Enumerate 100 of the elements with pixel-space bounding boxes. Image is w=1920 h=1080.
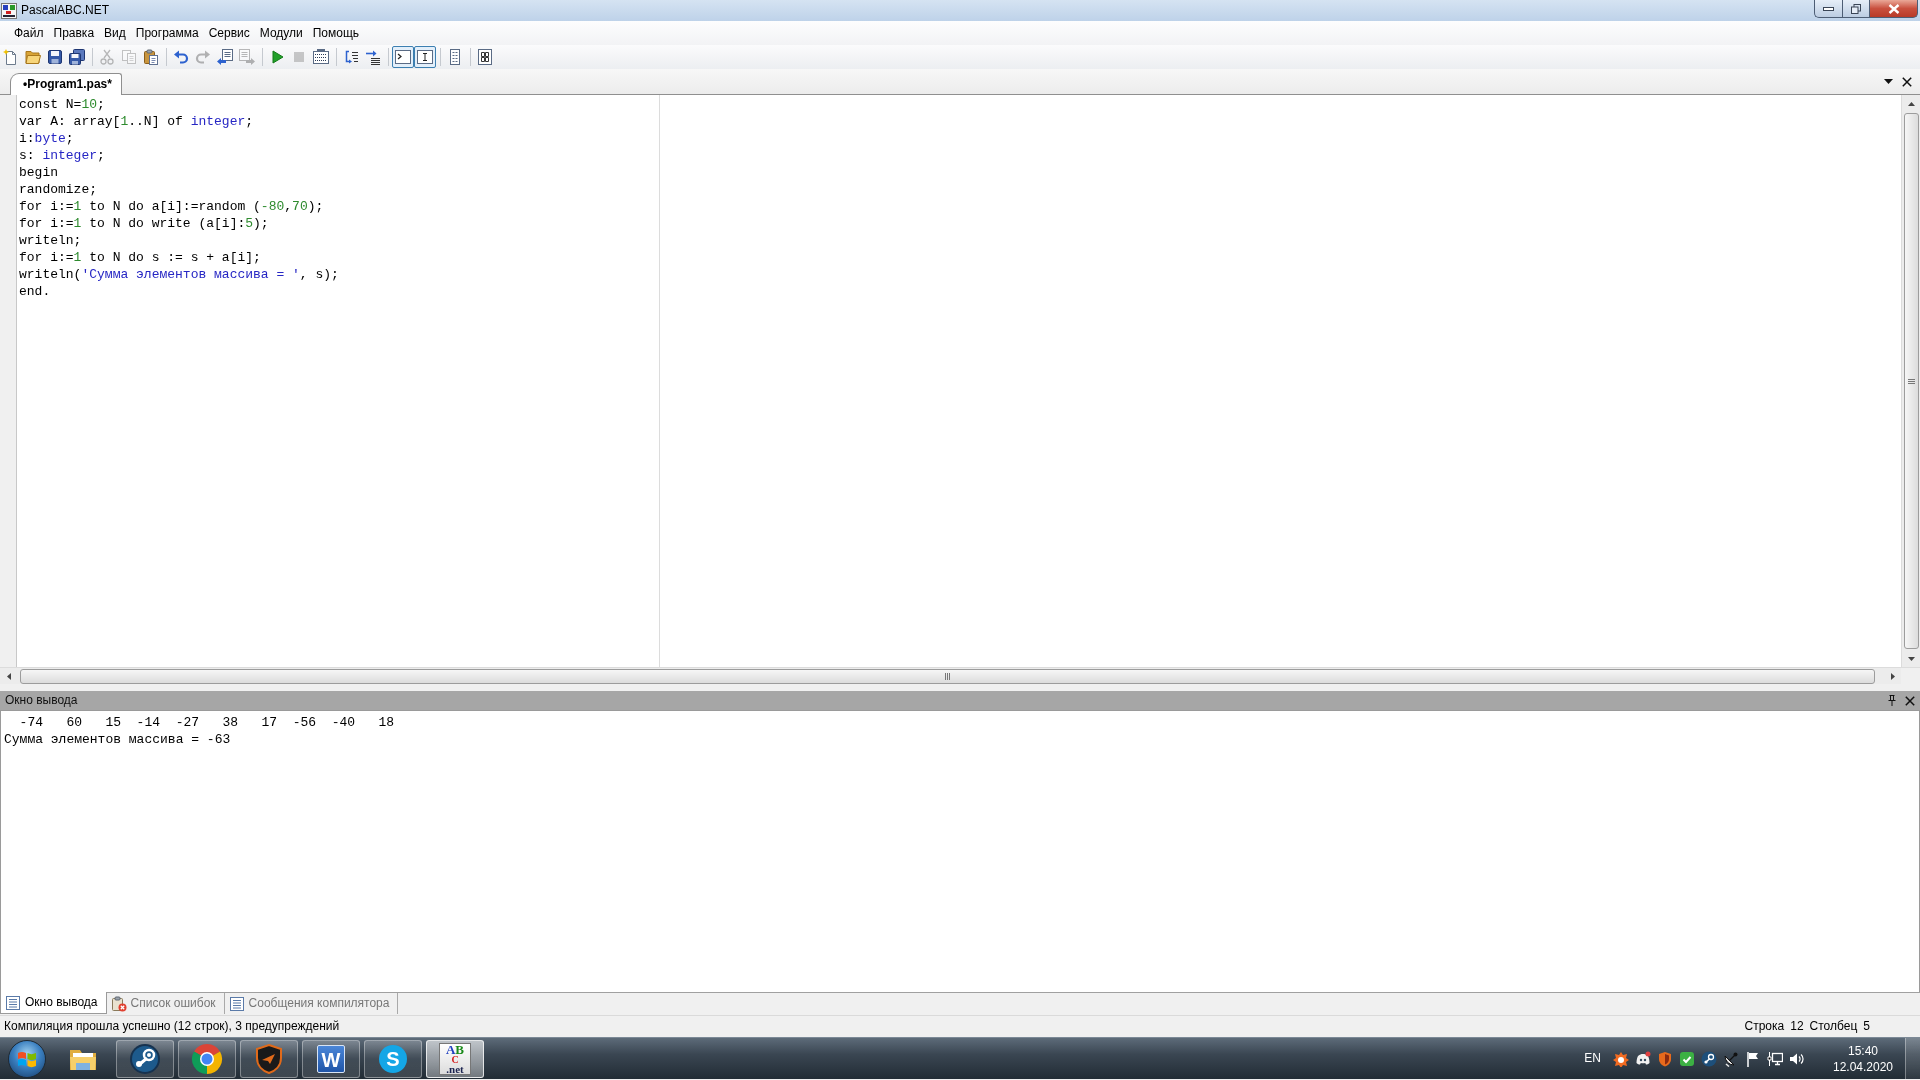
close-icon xyxy=(1887,3,1900,14)
clock[interactable]: 15:40 12.04.2020 xyxy=(1827,1042,1899,1075)
code-line: const N=10; xyxy=(19,96,105,113)
folder-icon xyxy=(25,49,41,65)
letter-circle-icon: S xyxy=(379,1044,407,1073)
right-arrow-icon[interactable] xyxy=(1890,672,1895,680)
up-arrow-icon[interactable] xyxy=(1907,101,1915,106)
minimize-button[interactable] xyxy=(1814,0,1842,18)
menu-item[interactable]: Модули xyxy=(255,23,307,43)
list-page-icon xyxy=(228,995,245,1012)
text-cursor-icon xyxy=(417,49,433,65)
shield-icon[interactable] xyxy=(1657,1050,1673,1067)
taskbar-button[interactable] xyxy=(240,1039,298,1078)
panel-tab[interactable]: Сообщения компилятора xyxy=(224,993,399,1014)
code-line: begin xyxy=(19,164,58,181)
save-icon xyxy=(47,49,63,65)
satellite-dish-icon[interactable] xyxy=(1723,1050,1739,1067)
close-icon[interactable] xyxy=(1905,695,1915,706)
letter-tile-icon: AB C .net xyxy=(439,1042,471,1075)
vertical-scrollbar[interactable] xyxy=(1901,95,1920,667)
tile-logo-icon xyxy=(1,2,17,19)
code-line: for i:=1 to N do write (a[i]:5); xyxy=(19,215,269,232)
down-arrow-icon[interactable] xyxy=(1907,656,1915,661)
redo-icon xyxy=(195,49,211,65)
restore-icon xyxy=(1851,3,1861,14)
clipboard-error-icon xyxy=(110,995,127,1012)
minimize-icon xyxy=(1823,6,1834,11)
code-line: end. xyxy=(19,283,51,300)
taskbar-button[interactable]: AB C .net xyxy=(426,1039,484,1078)
menu-item[interactable]: Программа xyxy=(131,23,203,43)
code-line: writeln('Сумма элементов массива = ', s); xyxy=(19,266,339,283)
toolbar-button[interactable] xyxy=(66,46,88,68)
code-line: var A: array[1..N] of integer; xyxy=(19,113,254,130)
segmented-circle-icon xyxy=(191,1042,223,1075)
code-line: s: integer; xyxy=(19,147,105,164)
panel-tab[interactable]: Окно вывода xyxy=(0,992,107,1014)
scrollbar-thumb[interactable] xyxy=(1903,113,1919,649)
grip-icon xyxy=(945,672,950,680)
save-all-icon xyxy=(69,49,85,65)
scissors-icon xyxy=(99,49,115,65)
status-value: 12 xyxy=(1790,1019,1804,1034)
code-line: i:byte; xyxy=(19,130,74,147)
list-arrow-icon xyxy=(365,49,381,65)
output-line: -74 60 15 -14 -27 38 17 -56 -40 18 xyxy=(18,714,395,731)
restore-button[interactable] xyxy=(1842,0,1870,18)
status-label: Строка xyxy=(1744,1019,1785,1034)
shield-icon xyxy=(253,1042,285,1075)
taskbar-button[interactable]: W xyxy=(302,1039,360,1078)
document-arrow-icon xyxy=(217,49,233,65)
taskbar-button[interactable] xyxy=(178,1039,236,1078)
indent-arrow-icon xyxy=(343,49,359,65)
window-title: PascalABC.NET xyxy=(21,3,110,18)
letter-tile-icon: W xyxy=(317,1044,345,1073)
new-file-icon xyxy=(3,49,19,65)
code-line: for i:=1 to N do a[i]:=random (-80,70); xyxy=(19,198,324,215)
window-logo-icon xyxy=(17,1049,37,1068)
close-button[interactable] xyxy=(1870,0,1918,18)
toolbar-button[interactable] xyxy=(214,46,236,68)
document-arrow-icon xyxy=(239,49,255,65)
editor-tab[interactable]: •Program1.pas* xyxy=(10,73,122,95)
show-desktop-button[interactable] xyxy=(1905,1038,1920,1079)
toolbar-button[interactable] xyxy=(392,46,414,68)
menu-item[interactable]: Помощь xyxy=(308,23,364,43)
menu-item[interactable]: Сервис xyxy=(204,23,254,43)
output-line: Сумма элементов массива = -63 xyxy=(4,731,231,748)
undo-icon xyxy=(173,49,189,65)
status-message: Компиляция прошла успешно (12 строк), 3 предупреждений xyxy=(4,1019,340,1034)
copy-icon xyxy=(121,49,137,65)
play-icon xyxy=(269,49,285,65)
left-arrow-icon[interactable] xyxy=(6,672,11,680)
menu-item[interactable]: Файл xyxy=(10,23,48,43)
close-icon[interactable] xyxy=(1902,76,1912,87)
caret-icon[interactable] xyxy=(1884,79,1893,84)
flag-icon[interactable] xyxy=(1745,1050,1761,1067)
page-lines-icon xyxy=(447,49,463,65)
panel-tab[interactable]: Список ошибок xyxy=(106,993,225,1014)
status-label: Столбец xyxy=(1809,1019,1858,1034)
code-line: randomize; xyxy=(19,181,97,198)
network-icon[interactable] xyxy=(1767,1050,1783,1067)
piston-logo-icon xyxy=(129,1042,161,1075)
taskbar-button[interactable] xyxy=(116,1039,174,1078)
stop-icon xyxy=(291,49,307,65)
language-indicator[interactable]: EN xyxy=(1584,1051,1601,1066)
grip-icon xyxy=(1907,378,1915,384)
toolbar-button[interactable] xyxy=(414,46,436,68)
grid-box-icon xyxy=(313,49,329,65)
pin-icon[interactable] xyxy=(1888,695,1896,706)
piston-logo-icon[interactable] xyxy=(1701,1050,1717,1067)
splash-icon[interactable] xyxy=(1613,1050,1629,1067)
panel-title: Окно вывода xyxy=(5,693,78,708)
clipboard-icon xyxy=(143,49,159,65)
gamepad-icon[interactable] xyxy=(1635,1050,1651,1067)
menu-item[interactable]: Правка xyxy=(49,23,99,43)
checkmark-icon[interactable] xyxy=(1679,1050,1695,1067)
menu-item[interactable]: Вид xyxy=(100,23,130,43)
console-icon xyxy=(395,49,411,65)
code-box-icon xyxy=(477,49,493,65)
code-line: writeln; xyxy=(19,232,82,249)
status-value: 5 xyxy=(1863,1019,1870,1034)
start-button[interactable] xyxy=(8,1039,46,1078)
